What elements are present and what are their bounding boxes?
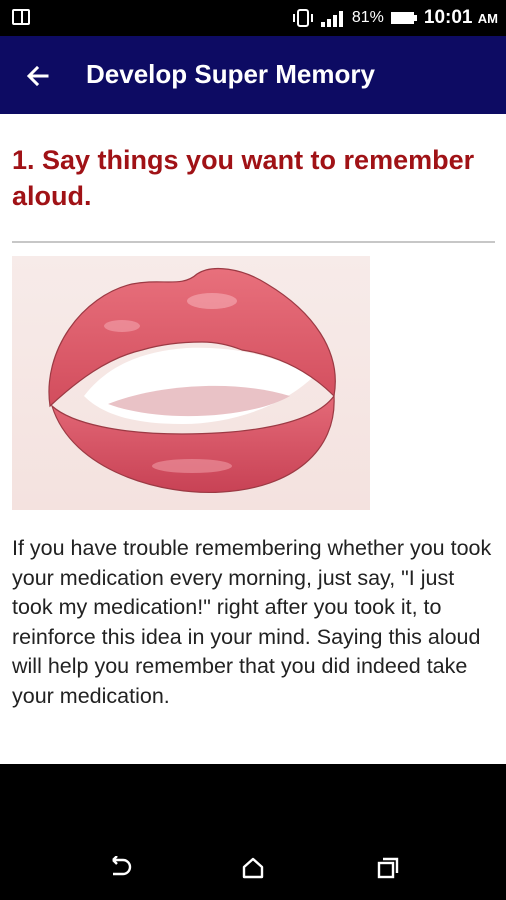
status-time: 10:01 AM — [423, 7, 498, 28]
navigation-bar — [0, 764, 506, 900]
status-right-group: 81% 10:01 AM — [292, 0, 498, 36]
vibrate-icon — [292, 9, 313, 27]
status-bar: 81% 10:01 AM — [0, 0, 506, 36]
nav-home-button[interactable] — [231, 846, 275, 890]
recents-nav-icon — [377, 857, 399, 879]
home-nav-icon — [242, 857, 264, 879]
lips-illustration — [12, 256, 370, 510]
nav-recents-button[interactable] — [366, 846, 410, 890]
step-title: 1. Say things you want to remember aloud… — [12, 145, 475, 211]
back-nav-icon — [112, 856, 132, 876]
notification-icon — [12, 9, 30, 25]
arrow-left-icon — [26, 65, 49, 87]
back-button[interactable] — [18, 58, 58, 94]
nav-back-button[interactable] — [98, 846, 142, 890]
article-content[interactable]: 1. Say things you want to remember aloud… — [0, 114, 506, 764]
signal-icon — [320, 11, 343, 27]
divider — [12, 241, 495, 243]
app-bar: Develop Super Memory — [0, 36, 506, 114]
article-body: If you have trouble remembering whether … — [12, 536, 492, 708]
battery-icon — [390, 12, 417, 24]
page-title: Develop Super Memory — [86, 59, 375, 89]
battery-percent: 81% — [351, 9, 384, 26]
